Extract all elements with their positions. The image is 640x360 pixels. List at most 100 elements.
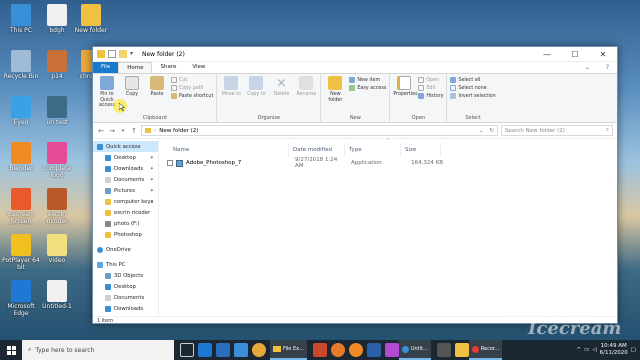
desktop-icon[interactable]: p14 [38,50,76,87]
new-folder-icon[interactable] [119,50,127,58]
store-icon[interactable] [216,343,230,357]
pin-icon[interactable]: ✦ [150,188,154,194]
new-folder-button[interactable]: New folder [324,76,346,114]
desktop-icon[interactable]: Icecream Screen Recorder [2,188,40,225]
taskbar-app-untitled[interactable]: Untit... [398,340,431,360]
tab-view[interactable]: View [184,62,213,73]
pin-icon[interactable]: ✦ [150,155,154,161]
chevron-down-icon[interactable]: ▾ [130,50,136,58]
nav-item[interactable]: photo (F:) [93,218,158,229]
explorer-icon[interactable] [454,343,469,357]
desktop-icon[interactable]: bdgh [38,4,76,41]
nav-item[interactable]: Desktop ✦ [93,152,158,163]
move-to-button[interactable]: Move to [220,76,242,114]
nav-item[interactable]: Downloads [93,303,158,314]
file-row[interactable]: Adobe_Photoshop_7 9/27/2018 1:24 AM Appl… [165,157,617,169]
address-dropdown-icon[interactable]: ⌄ [479,128,487,134]
nav-item[interactable]: escrin ricoder [93,207,158,218]
column-date-modified[interactable]: Date modified [289,143,345,157]
pin-icon[interactable]: ✦ [150,166,154,172]
mail-icon[interactable] [234,343,248,357]
recent-locations-icon[interactable]: ▾ [119,128,127,134]
open-button[interactable]: Open [418,77,443,83]
desktop-icon[interactable]: Eyeo [2,96,40,133]
nav-item[interactable]: Documents [93,292,158,303]
start-button[interactable] [0,340,22,360]
nav-item[interactable]: Pictures ✦ [93,185,158,196]
photoshop-icon[interactable] [366,343,381,357]
camera-icon[interactable] [436,343,451,357]
maximize-button[interactable]: ☐ [561,47,589,62]
chevron-up-icon[interactable]: ^ [577,347,582,353]
column-type[interactable]: Type [345,143,401,157]
help-icon[interactable]: ? [598,62,617,73]
checkbox[interactable] [167,160,173,166]
recorder-icon[interactable] [384,343,399,357]
desktop-icon[interactable]: New folder [72,4,110,41]
nav-item[interactable]: 3D Objects [93,270,158,281]
nav-item[interactable]: Downloads ✦ [93,163,158,174]
up-arrow-icon[interactable]: ↑ [130,127,138,135]
properties-icon[interactable] [108,50,116,58]
cut-button[interactable]: Cut [171,77,213,83]
desktop-icon[interactable]: PotPlayer 64 bit [2,234,40,271]
edit-button[interactable]: Edit [418,85,443,91]
tab-share[interactable]: Share [152,62,184,73]
address-bar[interactable]: › New folder (2) ⌄ ↻ [141,125,498,136]
taskbar-app-file-explorer[interactable]: File Ex... [270,340,307,360]
search-box[interactable]: Search New folder (2) ⌕ [501,125,613,136]
taskbar-search[interactable]: ⌕ Type here to search [22,340,174,360]
tab-home[interactable]: Home [118,62,153,73]
desktop-icon[interactable]: video [38,234,76,271]
easy-access-button[interactable]: Easy access [349,85,386,91]
expand-ribbon-icon[interactable]: ⌄ [577,62,598,73]
desktop-icon[interactable]: Recycle Bin [2,50,40,87]
invert-selection-button[interactable]: Invert selection [450,93,496,99]
nav-item[interactable]: computer keys ✦ [93,196,158,207]
select-none-button[interactable]: Select none [450,85,495,91]
copy-to-button[interactable]: Copy to [245,76,267,114]
delete-button[interactable]: ✕ Delete [270,76,292,114]
taskbar-app-recorder[interactable]: Recor... [468,340,503,360]
copy-path-button[interactable]: Copy path [171,85,213,91]
minimize-button[interactable]: — [533,47,561,62]
desktop-icon[interactable]: escrin ricoder [38,188,76,225]
forward-arrow-icon[interactable]: → [108,127,116,135]
volume-icon[interactable]: ◁ [592,347,596,353]
clock[interactable]: 10:49 AM 6/11/2020 [600,343,628,357]
history-button[interactable]: History [418,93,443,99]
nav-this-pc[interactable]: This PC [93,259,158,270]
nav-quick-access[interactable]: Quick access [93,141,158,152]
tab-file[interactable]: File [93,62,119,73]
breadcrumb[interactable]: New folder (2) [159,128,198,134]
desktop-icon[interactable]: This PC [2,4,40,41]
desktop-icon[interactable]: complete logo [38,142,76,179]
pin-icon[interactable]: ✦ [150,177,154,183]
network-icon[interactable]: ▭ [584,347,589,353]
desktop-icon[interactable]: Untitled-1 [38,280,76,317]
task-view-icon[interactable] [180,343,194,357]
blender-icon[interactable] [348,343,363,357]
column-name[interactable]: Name [159,143,289,157]
edge-icon[interactable] [198,343,212,357]
rename-button[interactable]: Rename [295,76,317,114]
chrome-icon[interactable] [252,343,266,357]
firefox-icon[interactable] [330,343,345,357]
paste-shortcut-button[interactable]: Paste shortcut [171,93,213,99]
nav-onedrive[interactable]: OneDrive [93,244,158,255]
nav-item[interactable]: Photoshop [93,229,158,240]
powerpoint-icon[interactable] [312,343,327,357]
nav-item[interactable]: Documents ✦ [93,174,158,185]
nav-item[interactable]: Desktop [93,281,158,292]
notifications-icon[interactable]: ▢ [631,347,636,353]
new-item-button[interactable]: New item [349,77,386,83]
desktop-icon[interactable]: un test [38,96,76,133]
desktop-icon[interactable]: Blender [2,142,40,179]
pin-icon[interactable]: ✦ [150,199,154,205]
desktop-icon[interactable]: Microsoft Edge [2,280,40,317]
refresh-icon[interactable]: ↻ [489,128,497,134]
select-all-button[interactable]: Select all [450,77,495,83]
properties-button[interactable]: Properties [393,76,418,114]
close-button[interactable]: ✕ [589,47,617,62]
paste-button[interactable]: Paste [146,76,168,114]
